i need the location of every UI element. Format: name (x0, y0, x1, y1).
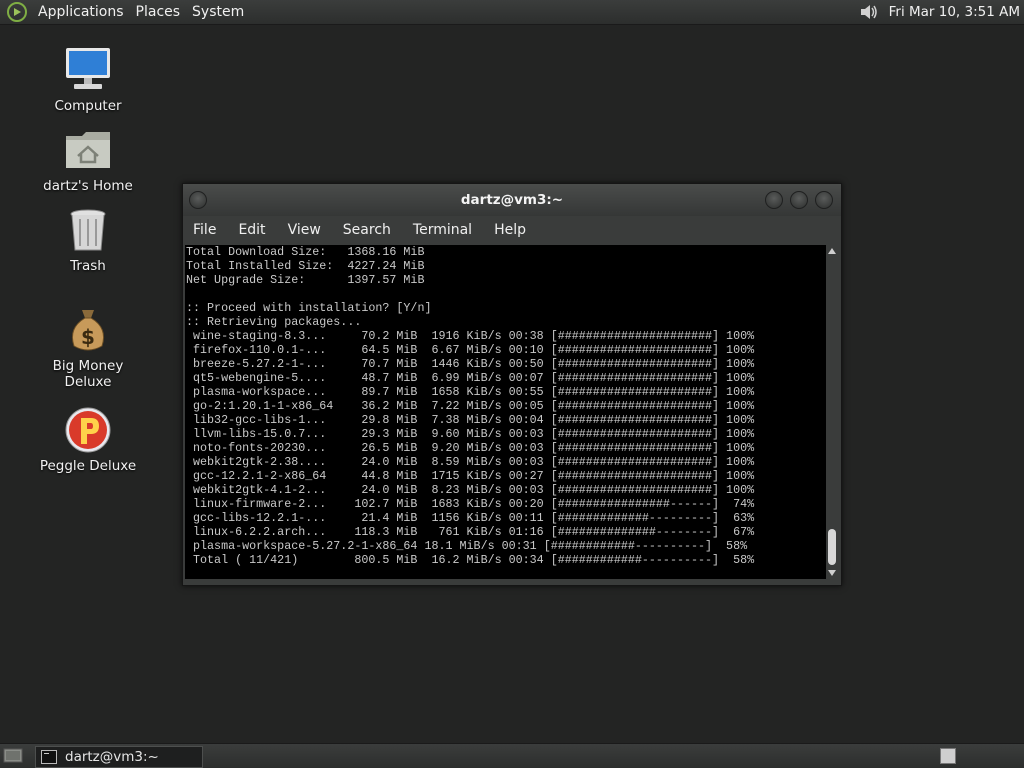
terminal-line: linux-6.2.2.arch... 118.3 MiB 761 KiB/s … (186, 525, 755, 539)
terminal-line: lib32-gcc-libs-1... 29.8 MiB 7.38 MiB/s … (186, 413, 755, 427)
trash-icon (70, 209, 106, 251)
applications-menu[interactable]: Applications (32, 4, 130, 20)
desktop-icon-label: dartz's Home (43, 178, 133, 194)
terminal-line: breeze-5.27.2-1-... 70.7 MiB 1446 KiB/s … (186, 357, 755, 371)
terminal-line: webkit2gtk-4.1-2... 24.0 MiB 8.23 MiB/s … (186, 483, 755, 497)
bottom-panel: dartz@vm3:~ (0, 743, 1024, 768)
desktop-icon-home[interactable]: dartz's Home (28, 124, 148, 194)
terminal-line: noto-fonts-20230... 26.5 MiB 9.20 MiB/s … (186, 441, 755, 455)
terminal-menubar: File Edit View Search Terminal Help (183, 216, 841, 244)
terminal-line: Total ( 11/421) 800.5 MiB 16.2 MiB/s 00:… (186, 553, 755, 567)
scroll-up-icon[interactable] (828, 248, 836, 254)
desktop-icon-label: Peggle Deluxe (39, 458, 137, 474)
terminal-output[interactable]: Total Download Size: 1368.16 MiB Total In… (185, 245, 826, 579)
terminal-line: plasma-workspace... 89.7 MiB 1658 KiB/s … (186, 385, 755, 399)
terminal-window: dartz@vm3:~ File Edit View Search Termin… (182, 183, 842, 586)
terminal-line: gcc-libs-12.2.1-... 21.4 MiB 1156 KiB/s … (186, 511, 755, 525)
places-menu[interactable]: Places (130, 4, 187, 20)
volume-icon[interactable] (859, 3, 879, 21)
clock[interactable]: Fri Mar 10, 3:51 AM (889, 4, 1020, 20)
desktop-icon-trash[interactable]: Trash (28, 204, 148, 274)
menu-terminal[interactable]: Terminal (402, 222, 483, 238)
close-button[interactable] (815, 191, 833, 209)
peggle-icon (65, 407, 111, 453)
desktop-icon-label: Big Money Deluxe (52, 358, 124, 390)
svg-text:$: $ (81, 325, 95, 349)
terminal-line: :: Retrieving packages... (186, 315, 362, 329)
terminal-line: go-2:1.20.1-1-x86_64 36.2 MiB 7.22 MiB/s… (186, 399, 755, 413)
desktop-icon-big-money[interactable]: $ Big Money Deluxe (28, 304, 148, 390)
terminal-text: Total Download Size: 1368.16 MiB Total In… (185, 245, 826, 567)
desktop-icon-label: Trash (70, 258, 106, 274)
terminal-line: linux-firmware-2... 102.7 MiB 1683 KiB/s… (186, 497, 755, 511)
terminal-icon (41, 750, 57, 764)
money-bag-icon: $ (71, 310, 105, 351)
terminal-line: wine-staging-8.3... 70.2 MiB 1916 KiB/s … (186, 329, 755, 343)
terminal-line: Net Upgrade Size: 1397.57 MiB (186, 273, 425, 287)
desktop-icon-label: Computer (54, 98, 122, 114)
scroll-down-icon[interactable] (828, 570, 836, 576)
desktop-icon-computer[interactable]: Computer (28, 44, 148, 114)
terminal-line: plasma-workspace-5.27.2-1-x86_64 18.1 Mi… (186, 539, 748, 553)
window-titlebar[interactable]: dartz@vm3:~ (183, 184, 841, 216)
home-folder-icon (66, 132, 110, 168)
top-panel: Applications Places System Fri Mar 10, 3… (0, 0, 1024, 25)
desktop-icon-peggle[interactable]: Peggle Deluxe (28, 404, 148, 474)
maximize-button[interactable] (790, 191, 808, 209)
menu-search[interactable]: Search (332, 222, 402, 238)
terminal-line: firefox-110.0.1-... 64.5 MiB 6.67 MiB/s … (186, 343, 755, 357)
terminal-line: :: Proceed with installation? [Y/n] (186, 301, 432, 315)
distro-logo-icon[interactable] (6, 1, 28, 23)
terminal-line: gcc-12.2.1-2-x86_64 44.8 MiB 1715 KiB/s … (186, 469, 755, 483)
minimize-button[interactable] (765, 191, 783, 209)
menu-help[interactable]: Help (483, 222, 537, 238)
terminal-line: Total Download Size: 1368.16 MiB (186, 245, 425, 259)
workspace-switcher[interactable] (940, 748, 956, 764)
taskbar-item-label: dartz@vm3:~ (65, 749, 159, 765)
menu-view[interactable]: View (277, 222, 332, 238)
terminal-line: webkit2gtk-2.38.... 24.0 MiB 8.59 MiB/s … (186, 455, 755, 469)
computer-icon (66, 48, 110, 89)
menu-file[interactable]: File (183, 222, 227, 238)
terminal-line: llvm-libs-15.0.7... 29.3 MiB 9.60 MiB/s … (186, 427, 755, 441)
show-desktop-icon[interactable] (3, 747, 23, 764)
menu-edit[interactable]: Edit (227, 222, 276, 238)
window-title: dartz@vm3:~ (460, 192, 564, 208)
terminal-line: Total Installed Size: 4227.24 MiB (186, 259, 425, 273)
system-menu[interactable]: System (186, 4, 250, 20)
terminal-scrollbar[interactable] (826, 245, 838, 579)
scroll-thumb[interactable] (828, 529, 836, 565)
terminal-line: qt5-webengine-5.... 48.7 MiB 6.99 MiB/s … (186, 371, 755, 385)
taskbar-item-terminal[interactable]: dartz@vm3:~ (35, 746, 203, 768)
